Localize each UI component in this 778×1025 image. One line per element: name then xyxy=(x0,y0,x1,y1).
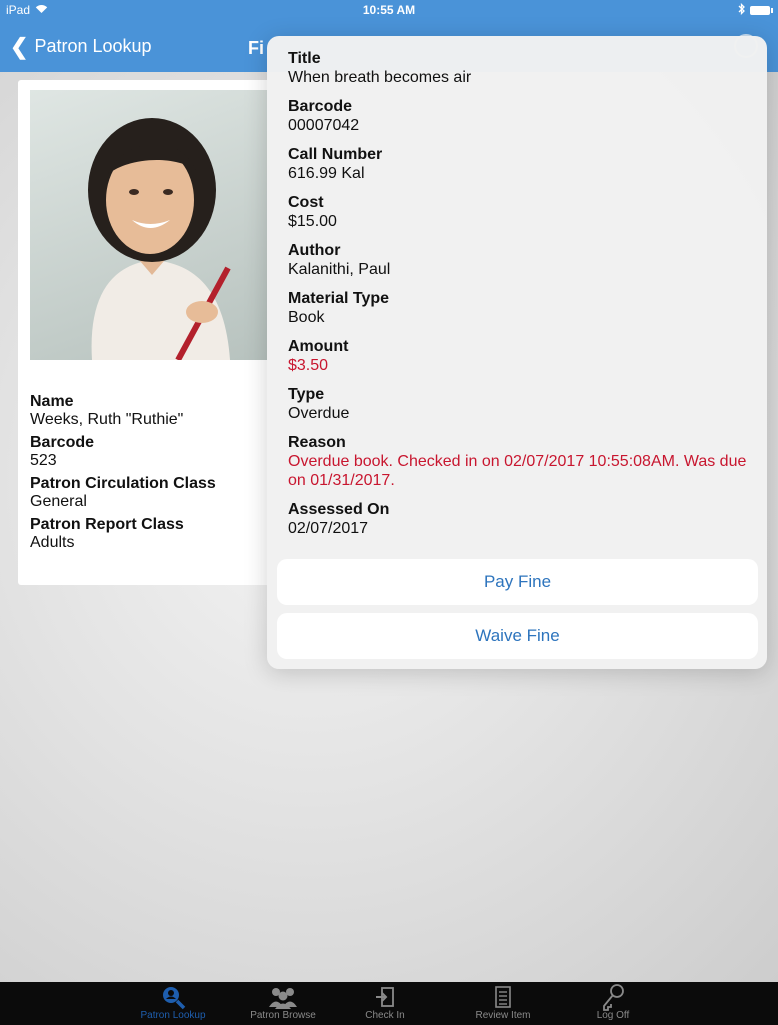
patron-barcode-label: Barcode xyxy=(30,434,95,451)
material-type-value: Book xyxy=(288,309,325,326)
assessed-on-value: 02/07/2017 xyxy=(288,520,369,537)
item-barcode-value: 00007042 xyxy=(288,117,360,134)
circulation-class-value: General xyxy=(30,493,87,510)
call-number-label: Call Number xyxy=(288,146,383,163)
call-number-value: 616.99 Kal xyxy=(288,165,365,182)
chevron-left-icon: ❮ xyxy=(10,33,29,59)
patron-barcode-value: 523 xyxy=(30,452,57,469)
tab-check-in[interactable]: Check In xyxy=(340,984,430,1021)
fine-type-label: Type xyxy=(288,386,325,403)
assessed-on-label: Assessed On xyxy=(288,501,390,518)
document-list-icon xyxy=(458,984,548,1010)
magnifier-person-icon xyxy=(128,984,218,1010)
tab-label: Check In xyxy=(365,1010,405,1021)
reason-value: Overdue book. Checked in on 02/07/2017 1… xyxy=(288,453,747,489)
material-type-label: Material Type xyxy=(288,290,390,307)
fine-detail-fields: Title When breath becomes air Barcode 00… xyxy=(288,49,758,538)
title-label: Title xyxy=(288,50,321,67)
patron-name-value: Weeks, Ruth "Ruthie" xyxy=(30,411,184,428)
title-value: When breath becomes air xyxy=(288,69,472,86)
battery-icon xyxy=(750,6,773,15)
cost-label: Cost xyxy=(288,194,324,211)
patron-fields: Name Weeks, Ruth "Ruthie" Barcode 523 Pa… xyxy=(30,388,280,552)
waive-fine-button[interactable]: Waive Fine xyxy=(277,613,758,659)
fine-detail-popover: Title When breath becomes air Barcode 00… xyxy=(267,36,767,669)
item-barcode-label: Barcode xyxy=(288,98,353,115)
status-bar: iPad 10:55 AM xyxy=(0,0,778,20)
page-title: Fi xyxy=(248,38,264,58)
back-button[interactable]: ❮ Patron Lookup xyxy=(10,33,152,59)
cost-value: $15.00 xyxy=(288,213,337,230)
back-button-label: Patron Lookup xyxy=(34,36,152,56)
tab-label: Review Item xyxy=(475,1010,531,1021)
tab-label: Log Off xyxy=(596,1010,630,1021)
fine-type-value: Overdue xyxy=(288,405,350,422)
report-class-value: Adults xyxy=(30,534,75,551)
amount-label: Amount xyxy=(288,338,349,355)
tab-label: Patron Browse xyxy=(250,1010,316,1021)
circulation-class-label: Patron Circulation Class xyxy=(30,475,216,492)
reason-label: Reason xyxy=(288,434,346,451)
check-in-icon xyxy=(340,984,430,1010)
bluetooth-icon xyxy=(738,2,746,18)
tab-bar: Patron Lookup Patron Browse Check In Rev… xyxy=(0,982,778,1025)
status-time: 10:55 AM xyxy=(362,3,416,17)
patron-name-label: Name xyxy=(30,393,74,410)
report-class-label: Patron Report Class xyxy=(30,516,184,533)
author-label: Author xyxy=(288,242,341,259)
tab-label: Patron Lookup xyxy=(140,1010,206,1021)
key-icon xyxy=(568,984,658,1011)
author-value: Kalanithi, Paul xyxy=(288,261,391,278)
people-group-icon xyxy=(238,984,328,1010)
tab-log-off[interactable]: Log Off xyxy=(568,984,658,1021)
tab-review-item[interactable]: Review Item xyxy=(458,984,548,1021)
patron-photo xyxy=(30,90,270,360)
tab-patron-lookup[interactable]: Patron Lookup xyxy=(128,984,218,1021)
amount-value: $3.50 xyxy=(288,357,329,374)
patron-card: Name Weeks, Ruth "Ruthie" Barcode 523 Pa… xyxy=(18,80,288,585)
tab-patron-browse[interactable]: Patron Browse xyxy=(238,984,328,1021)
pay-fine-button[interactable]: Pay Fine xyxy=(277,559,758,605)
status-right xyxy=(738,2,773,18)
